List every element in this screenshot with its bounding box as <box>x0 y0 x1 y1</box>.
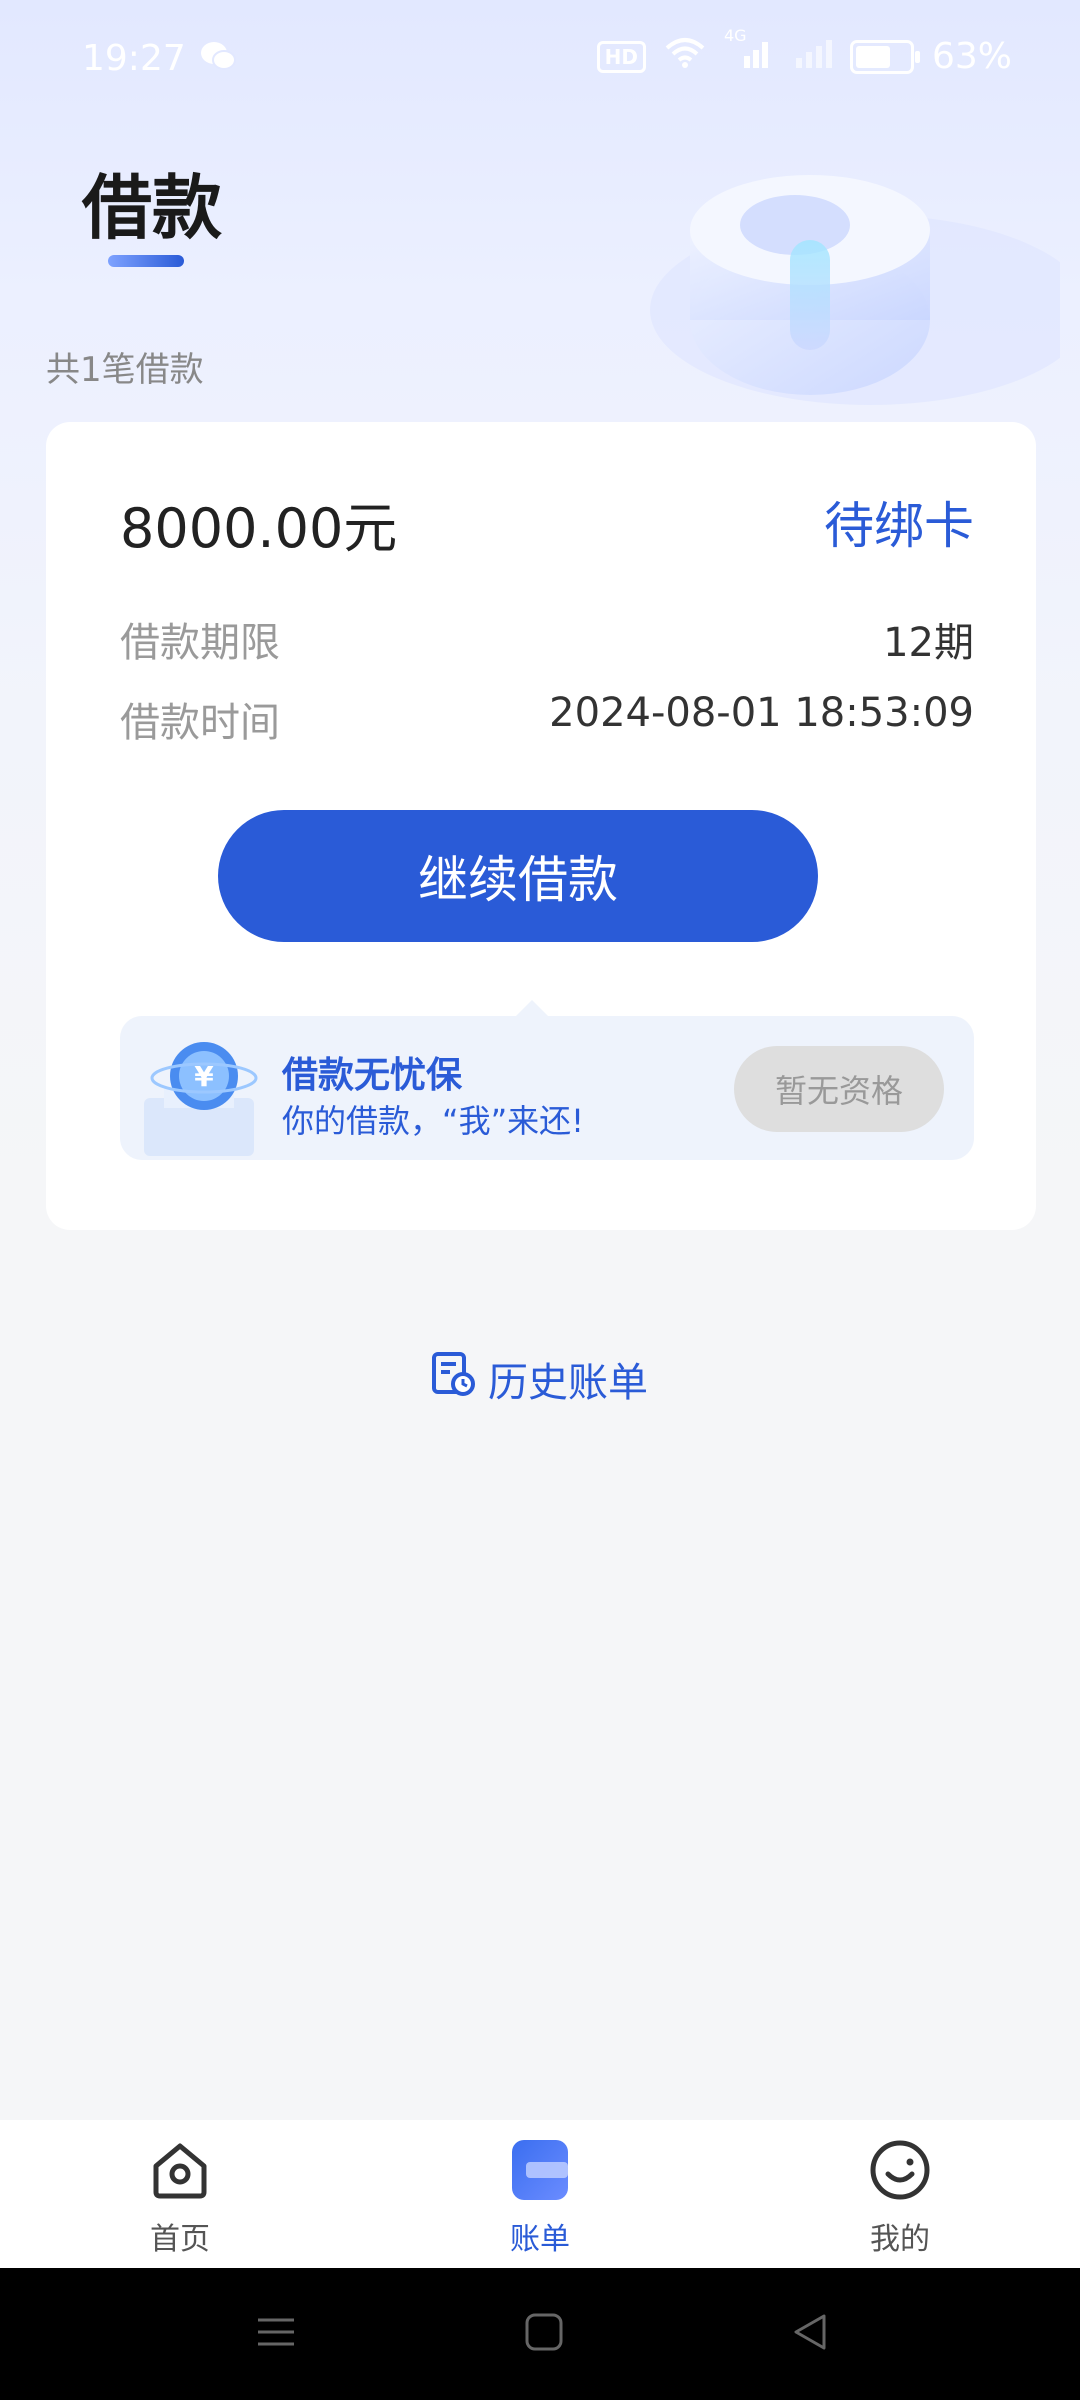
title-underline <box>108 255 184 267</box>
hd-badge: HD <box>596 40 646 73</box>
signal-2-icon <box>792 36 832 77</box>
tab-profile[interactable]: 我的 <box>820 2138 980 2258</box>
network-type: 4G <box>723 26 747 45</box>
promo-subtitle: 你的借款，“我”来还! <box>282 1102 584 1140</box>
promo-title: 借款无忧保 <box>282 1055 463 1096</box>
term-label: 借款期限 <box>120 620 280 666</box>
coin-icon: ¥ <box>134 1038 264 1160</box>
home-icon <box>148 2138 212 2206</box>
promo-notch <box>516 1000 548 1016</box>
status-indicators: HD 4G 63% <box>596 26 1012 77</box>
history-bills-label: 历史账单 <box>488 1360 648 1406</box>
battery-icon <box>849 39 920 74</box>
tab-profile-label: 我的 <box>870 2222 930 2257</box>
tab-home-label: 首页 <box>150 2222 210 2257</box>
history-bills-link[interactable]: 历史账单 <box>430 1350 648 1408</box>
tab-bills[interactable]: 账单 <box>460 2138 620 2258</box>
tab-home[interactable]: 首页 <box>100 2138 260 2258</box>
status-time: 19:27 <box>82 38 186 79</box>
term-value: 12期 <box>883 620 974 666</box>
not-eligible-button[interactable]: 暂无资格 <box>734 1046 944 1132</box>
status-bar: 19:27 HD 4G 63% <box>0 0 1080 124</box>
home-nav-icon[interactable] <box>524 2312 564 2356</box>
bill-icon <box>508 2138 572 2206</box>
system-nav-bar <box>0 2268 1080 2400</box>
time-label: 借款时间 <box>120 700 280 746</box>
back-nav-icon[interactable] <box>790 2312 830 2356</box>
signal-icon: 4G <box>724 26 774 77</box>
bill-history-icon <box>430 1351 476 1407</box>
wechat-icon <box>200 40 236 76</box>
profile-icon <box>868 2138 932 2206</box>
loan-card: 8000.00元 待绑卡 借款期限 12期 借款时间 2024-08-01 18… <box>46 422 1036 1230</box>
continue-loan-button[interactable]: 继续借款 <box>218 810 818 942</box>
insurance-promo-banner[interactable]: ¥ 借款无忧保 你的借款，“我”来还! 暂无资格 <box>120 1000 974 1160</box>
time-value: 2024-08-01 18:53:09 <box>549 690 974 736</box>
wifi-icon <box>664 36 706 77</box>
bind-card-link[interactable]: 待绑卡 <box>824 486 974 558</box>
decorative-ring-illustration <box>570 120 1080 444</box>
loan-count: 共1笔借款 <box>46 350 204 390</box>
battery-percent: 63% <box>931 36 1012 77</box>
tab-bills-label: 账单 <box>510 2222 570 2257</box>
menu-nav-icon[interactable] <box>256 2312 296 2356</box>
page-title: 借款 <box>82 167 222 249</box>
loan-amount: 8000.00元 <box>120 497 398 560</box>
bottom-tab-bar: 首页 账单 我的 <box>0 2120 1080 2268</box>
